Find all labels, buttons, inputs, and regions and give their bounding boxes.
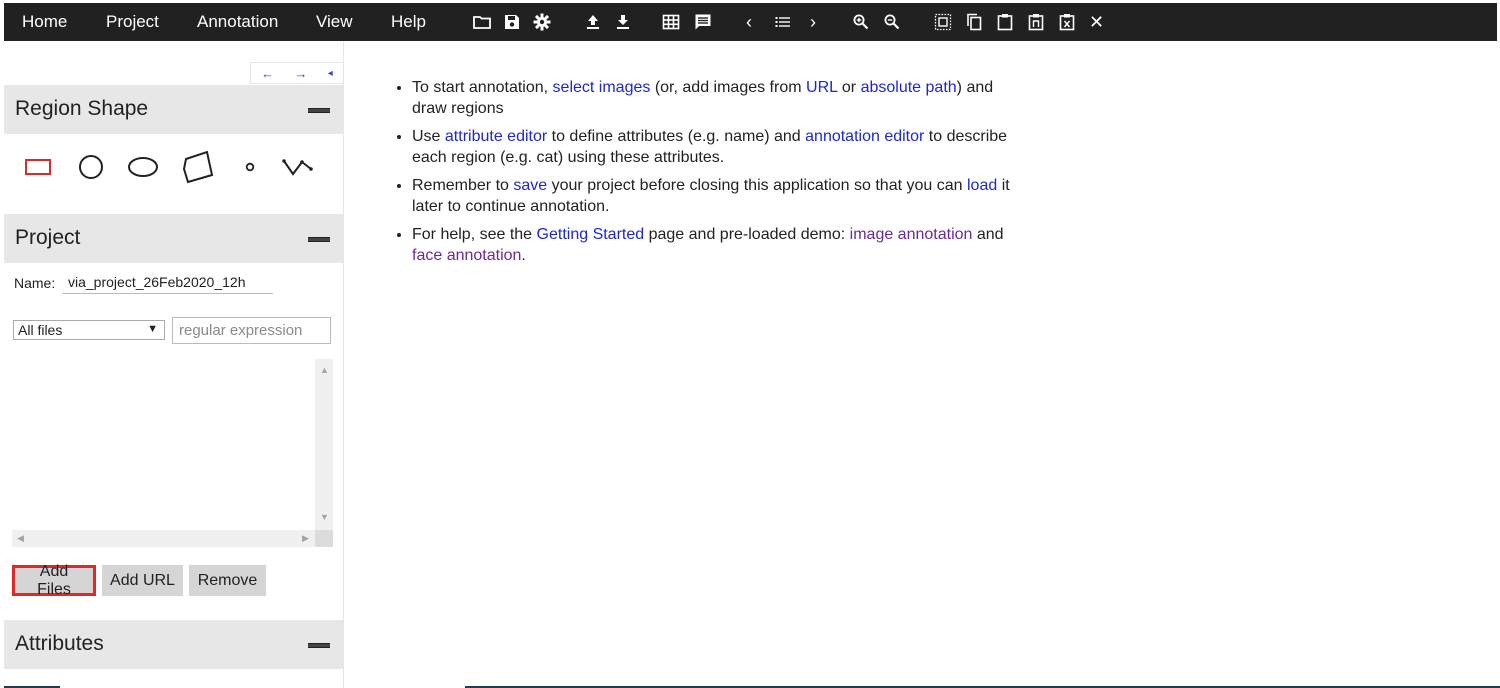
add-url-button[interactable]: Add URL [102, 565, 183, 596]
region-shape-header[interactable]: Region Shape [4, 85, 343, 134]
delete-region-icon[interactable] [1057, 12, 1077, 32]
polygon-shape-button[interactable] [178, 149, 218, 185]
getting-started-link[interactable]: Getting Started [537, 226, 645, 243]
instruction-text: or [841, 79, 857, 96]
grid-view-icon[interactable] [661, 12, 681, 32]
menu-annotation[interactable]: Annotation [197, 3, 278, 41]
next-image-icon[interactable]: › [810, 3, 816, 41]
scroll-left-arrow-icon[interactable]: ◀ [17, 533, 24, 544]
rectangle-shape-button[interactable] [22, 149, 54, 185]
add-url-link[interactable]: URL [806, 79, 837, 96]
circle-shape-button[interactable] [75, 149, 107, 185]
download-icon[interactable] [613, 12, 633, 32]
polyline-shape-button[interactable] [280, 149, 318, 185]
upload-icon[interactable] [583, 12, 603, 32]
shrink-sidebar-arrow-icon[interactable]: ← [261, 66, 274, 81]
instruction-text: (or, add images from [654, 79, 802, 96]
expand-sidebar-arrow-icon[interactable]: → [294, 66, 307, 81]
absolute-path-link[interactable]: absolute path [861, 79, 957, 96]
save-icon[interactable] [502, 12, 522, 32]
project-header[interactable]: Project [4, 214, 343, 263]
file-filter-value: All files [18, 322, 63, 338]
instruction-text: and [976, 226, 1004, 243]
hide-sidebar-arrow-icon[interactable]: ◂ [328, 68, 333, 79]
project-name-label: Name: [14, 275, 56, 291]
menu-home[interactable]: Home [22, 3, 67, 41]
file-filter-select[interactable]: All files ▼ [13, 320, 165, 340]
close-icon[interactable]: ✕ [1089, 3, 1104, 41]
image-list-icon[interactable] [773, 12, 793, 32]
face-annotation-demo-link[interactable]: face annotation [412, 247, 521, 264]
instruction-text: ) [956, 79, 962, 96]
attribute-editor-link[interactable]: attribute editor [445, 128, 547, 145]
ellipse-shape-button[interactable] [125, 149, 161, 185]
select-all-regions-icon[interactable] [933, 12, 953, 32]
sidebar-nav-arrows: ← → ◂ [250, 62, 344, 84]
remove-button[interactable]: Remove [189, 565, 266, 596]
prev-image-icon[interactable]: ‹ [746, 3, 752, 41]
file-list-horizontal-scrollbar[interactable]: ◀ ▶ [12, 530, 315, 547]
instruction-item: Remember to save your project before clo… [412, 176, 1030, 217]
instruction-text: . [521, 246, 526, 264]
instruction-text: Use [412, 128, 441, 145]
instruction-text: To start annotation, [412, 79, 549, 96]
project-title: Project [15, 226, 81, 249]
comment-icon[interactable] [693, 12, 713, 32]
collapse-project-icon[interactable] [308, 237, 330, 242]
project-name-input[interactable] [62, 271, 273, 294]
instruction-item: Use attribute editor to define attribute… [412, 127, 1030, 168]
collapse-region-shape-icon[interactable] [308, 108, 330, 113]
collapse-attributes-icon[interactable] [308, 643, 330, 648]
load-project-link[interactable]: load [967, 177, 997, 194]
instruction-item: For help, see the Getting Started page a… [412, 225, 1030, 266]
scrollbar-corner [315, 530, 333, 547]
file-list-vertical-scrollbar[interactable]: ▲ ▼ [315, 359, 333, 530]
instruction-text: to [928, 128, 943, 145]
zoom-in-icon[interactable] [851, 12, 871, 32]
scroll-up-arrow-icon[interactable]: ▲ [320, 365, 329, 375]
image-annotation-demo-link[interactable]: image annotation [850, 226, 973, 243]
chevron-down-icon: ▼ [147, 323, 158, 335]
image-file-list[interactable] [12, 359, 335, 547]
add-files-button[interactable]: Add Files [12, 563, 96, 598]
scroll-down-arrow-icon[interactable]: ▼ [320, 512, 329, 522]
copy-region-icon[interactable] [964, 12, 984, 32]
folder-open-icon[interactable] [472, 12, 492, 32]
point-shape-button[interactable] [238, 149, 262, 185]
instruction-text: page and pre-loaded demo: [648, 226, 846, 243]
zoom-out-icon[interactable] [882, 12, 902, 32]
paste-n-region-icon[interactable] [1026, 12, 1046, 32]
top-menu-bar: Home Project Annotation View Help ‹ › ✕ [4, 3, 1497, 41]
getting-started-instructions: To start annotation, select images (or, … [390, 78, 1030, 274]
paste-region-icon[interactable] [995, 12, 1015, 32]
scroll-right-arrow-icon[interactable]: ▶ [302, 533, 309, 544]
menu-project[interactable]: Project [106, 3, 159, 41]
left-sidebar: ← → ◂ Region Shape Project Name: All fil… [4, 42, 344, 688]
instruction-text: your project before closing this applica… [551, 177, 963, 194]
attributes-header[interactable]: Attributes [4, 620, 343, 669]
settings-icon[interactable] [532, 12, 552, 32]
menu-help[interactable]: Help [391, 3, 426, 41]
instruction-text: For help, see the [412, 226, 533, 243]
select-images-link[interactable]: select images [553, 79, 651, 96]
region-shape-title: Region Shape [15, 97, 149, 120]
regex-filter-input[interactable] [172, 317, 331, 344]
attributes-title: Attributes [15, 632, 104, 655]
instruction-item: To start annotation, select images (or, … [412, 78, 1030, 119]
instruction-text: Remember to [412, 177, 509, 194]
menu-view[interactable]: View [316, 3, 353, 41]
annotation-editor-link[interactable]: annotation editor [805, 128, 924, 145]
save-project-link[interactable]: save [513, 177, 547, 194]
instruction-text: to define attributes (e.g. name) and [551, 128, 801, 145]
